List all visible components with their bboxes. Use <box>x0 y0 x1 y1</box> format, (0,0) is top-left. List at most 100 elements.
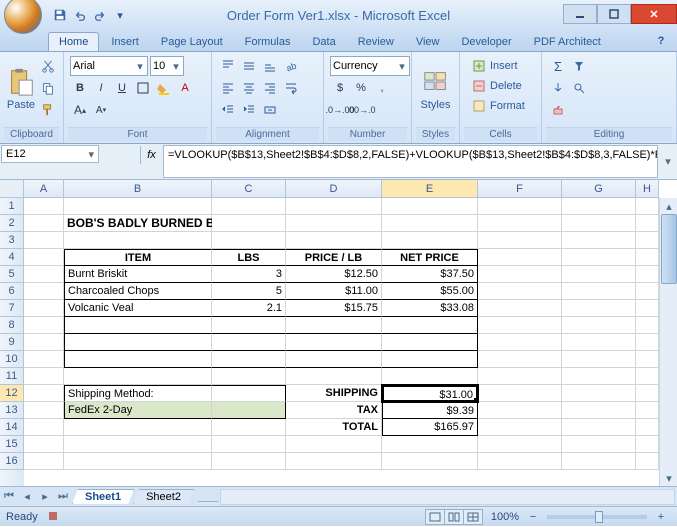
autosum-icon[interactable]: Σ <box>548 56 568 76</box>
cell-B4[interactable]: ITEM <box>64 249 212 266</box>
colhead-G[interactable]: G <box>562 180 636 198</box>
cell-D14[interactable]: TOTAL <box>286 419 382 436</box>
insert-button[interactable]: Insert <box>466 56 524 76</box>
cell-D12[interactable]: SHIPPING <box>286 385 382 402</box>
rowhead[interactable]: 12 <box>0 385 24 402</box>
colhead-D[interactable]: D <box>286 180 382 198</box>
cell-C7[interactable]: 2.1 <box>212 300 286 317</box>
increase-indent-icon[interactable] <box>239 100 259 120</box>
italic-button[interactable]: I <box>91 78 111 98</box>
colhead-H[interactable]: H <box>636 180 659 198</box>
redo-icon[interactable] <box>92 7 108 23</box>
zoom-in-button[interactable]: + <box>651 507 671 527</box>
wrap-text-icon[interactable] <box>281 78 301 98</box>
cell-B13[interactable]: FedEx 2-Day <box>64 402 212 419</box>
insert-function-button[interactable]: fx <box>140 146 162 164</box>
page-break-view-button[interactable] <box>463 509 483 525</box>
vertical-scrollbar[interactable]: ▴ ▾ <box>659 198 677 486</box>
cell-E14[interactable]: $165.97 <box>382 419 478 436</box>
sheet-tab-sheet2[interactable]: Sheet2 <box>133 489 194 504</box>
underline-button[interactable]: U <box>112 78 132 98</box>
save-icon[interactable] <box>52 7 68 23</box>
tab-view[interactable]: View <box>406 33 450 51</box>
fill-icon[interactable] <box>548 78 568 98</box>
rowhead[interactable]: 1 <box>0 198 24 215</box>
border-button[interactable] <box>133 78 153 98</box>
colhead-B[interactable]: B <box>64 180 212 198</box>
rowhead[interactable]: 13 <box>0 402 24 419</box>
rowhead[interactable]: 4 <box>0 249 24 266</box>
merge-center-icon[interactable] <box>260 100 280 120</box>
scroll-up-icon[interactable]: ▴ <box>661 198 677 214</box>
tab-pdf-architect[interactable]: PDF Architect <box>524 33 611 51</box>
page-layout-view-button[interactable] <box>444 509 464 525</box>
rowhead[interactable]: 11 <box>0 368 24 385</box>
cut-icon[interactable] <box>38 56 58 76</box>
help-icon[interactable]: ? <box>651 31 671 51</box>
delete-button[interactable]: Delete <box>466 76 528 96</box>
cell-B12[interactable]: Shipping Method: <box>64 385 212 402</box>
align-left-icon[interactable] <box>218 78 238 98</box>
sheet-nav-next-icon[interactable]: ▸ <box>36 488 54 506</box>
rowhead[interactable]: 16 <box>0 453 24 470</box>
paste-button[interactable]: Paste <box>6 56 36 122</box>
cell-B5[interactable]: Burnt Briskit <box>64 266 212 283</box>
cell-D4[interactable]: PRICE / LB <box>286 249 382 266</box>
sheet-nav-prev-icon[interactable]: ◂ <box>18 488 36 506</box>
undo-icon[interactable] <box>72 7 88 23</box>
cell-C6[interactable]: 5 <box>212 283 286 300</box>
cell-C5[interactable]: 3 <box>212 266 286 283</box>
cell-B6[interactable]: Charcoaled Chops <box>64 283 212 300</box>
decrease-font-button[interactable]: A▾ <box>91 100 111 120</box>
cell-B7[interactable]: Volcanic Veal <box>64 300 212 317</box>
format-button[interactable]: Format <box>466 96 531 116</box>
minimize-button[interactable] <box>563 4 597 24</box>
sheet-nav-last-icon[interactable]: ⏭ <box>54 488 72 506</box>
styles-button[interactable]: Styles <box>418 56 453 122</box>
cell-E6[interactable]: $55.00 <box>382 283 478 300</box>
cell-D13[interactable]: TAX <box>286 402 382 419</box>
maximize-button[interactable] <box>597 4 631 24</box>
orientation-icon[interactable]: ab <box>281 56 301 76</box>
colhead-A[interactable]: A <box>24 180 64 198</box>
expand-formula-bar-icon[interactable]: ▾ <box>659 144 677 179</box>
align-right-icon[interactable] <box>260 78 280 98</box>
bold-button[interactable]: B <box>70 78 90 98</box>
rowhead[interactable]: 10 <box>0 351 24 368</box>
sheet-tab-sheet1[interactable]: Sheet1 <box>72 489 134 504</box>
decrease-decimal-button[interactable]: .00→.0 <box>351 100 371 120</box>
rowhead[interactable]: 9 <box>0 334 24 351</box>
close-button[interactable] <box>631 4 677 24</box>
tab-home[interactable]: Home <box>48 32 99 51</box>
comma-button[interactable]: , <box>372 78 392 98</box>
zoom-slider[interactable] <box>547 515 647 519</box>
formula-bar[interactable]: =VLOOKUP($B$13,Sheet2!$B$4:$D$8,2,FALSE)… <box>163 145 658 178</box>
cell-E13[interactable]: $9.39 <box>382 402 478 419</box>
number-format-combo[interactable]: Currency▾ <box>330 56 410 76</box>
select-all-button[interactable] <box>0 180 24 198</box>
clear-icon[interactable] <box>548 100 568 120</box>
cell-D6[interactable]: $11.00 <box>286 283 382 300</box>
macro-record-icon[interactable] <box>44 507 64 527</box>
rowhead[interactable]: 5 <box>0 266 24 283</box>
align-top-icon[interactable] <box>218 56 238 76</box>
cells-area[interactable]: BOB'S BADLY BURNED BBQ ITEM LBS PRICE / … <box>24 198 659 486</box>
cell-C4[interactable]: LBS <box>212 249 286 266</box>
percent-button[interactable]: % <box>351 78 371 98</box>
cell-B2[interactable]: BOB'S BADLY BURNED BBQ <box>64 215 212 232</box>
qat-customize-icon[interactable]: ▾ <box>112 7 128 23</box>
format-painter-icon[interactable] <box>38 100 58 120</box>
colhead-C[interactable]: C <box>212 180 286 198</box>
tab-page-layout[interactable]: Page Layout <box>151 33 233 51</box>
align-bottom-icon[interactable] <box>260 56 280 76</box>
scroll-thumb[interactable] <box>661 214 677 284</box>
new-sheet-button[interactable] <box>193 501 219 504</box>
cell-E4[interactable]: NET PRICE <box>382 249 478 266</box>
rowhead[interactable]: 6 <box>0 283 24 300</box>
fill-color-button[interactable] <box>154 78 174 98</box>
zoom-thumb[interactable] <box>595 511 603 523</box>
tab-review[interactable]: Review <box>348 33 404 51</box>
zoom-out-button[interactable]: − <box>523 507 543 527</box>
copy-icon[interactable] <box>38 78 58 98</box>
cell-E7[interactable]: $33.08 <box>382 300 478 317</box>
